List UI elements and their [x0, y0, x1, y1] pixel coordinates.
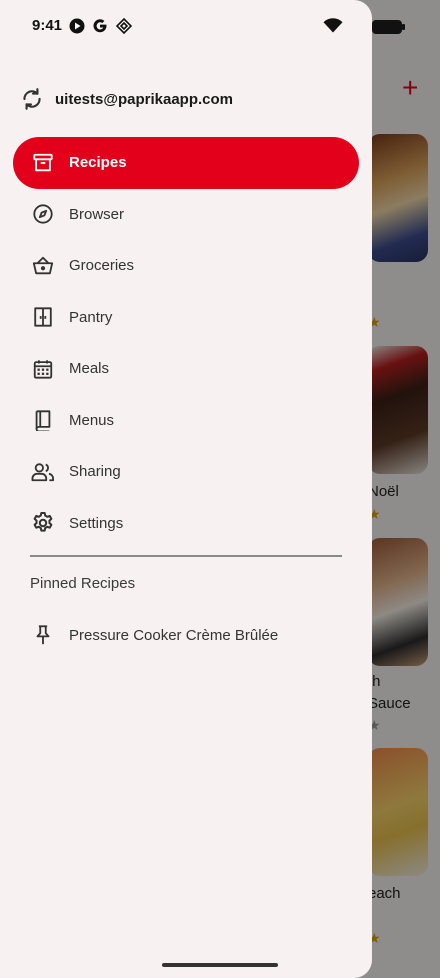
status-time: 9:41 [32, 17, 63, 34]
pinned-recipe-item[interactable]: Pressure Cooker Crème Brûlée [13, 614, 359, 656]
home-indicator[interactable] [162, 963, 278, 967]
nav-item-recipes[interactable]: Recipes [13, 137, 359, 189]
diamond-app-icon [115, 17, 133, 35]
pantry-door-icon [30, 304, 56, 330]
calendar-icon [30, 356, 56, 382]
nav-item-menus[interactable]: Menus [13, 395, 359, 447]
nav-item-sharing[interactable]: Sharing [13, 446, 359, 498]
nav-item-browser[interactable]: Browser [13, 189, 359, 241]
nav-item-meals[interactable]: Meals [13, 343, 359, 395]
navigation-drawer: uitests@paprikaapp.com Recipes Browser G… [0, 0, 372, 978]
compass-icon [30, 201, 56, 227]
pinned-recipes-header: Pinned Recipes [30, 575, 136, 592]
drawer-divider [30, 555, 342, 557]
nav-item-label: Settings [69, 514, 124, 532]
pinned-recipe-label: Pressure Cooker Crème Brûlée [69, 626, 279, 644]
nav-item-label: Pantry [69, 308, 113, 326]
account-sync-row[interactable]: uitests@paprikaapp.com [18, 82, 354, 116]
gear-icon [30, 510, 56, 536]
nav-item-label: Groceries [69, 257, 135, 275]
nav-item-pantry[interactable]: Pantry [13, 292, 359, 344]
people-icon [30, 459, 56, 485]
book-icon [30, 407, 56, 433]
account-email: uitests@paprikaapp.com [55, 90, 234, 108]
basket-icon [30, 253, 56, 279]
status-bar: 9:41 [0, 0, 440, 54]
archive-box-icon [30, 150, 56, 176]
drawer-nav: Recipes Browser Groceries Pantry Meals M… [13, 137, 359, 549]
sync-icon [19, 86, 45, 112]
app-notification-icon [69, 18, 85, 34]
nav-item-label: Browser [69, 205, 125, 223]
nav-item-label: Recipes [69, 154, 127, 172]
nav-item-label: Sharing [69, 463, 121, 481]
google-icon [92, 18, 108, 34]
pin-icon [30, 622, 56, 648]
nav-item-settings[interactable]: Settings [13, 498, 359, 550]
battery-icon [372, 20, 405, 34]
nav-item-groceries[interactable]: Groceries [13, 240, 359, 292]
wifi-icon [323, 18, 343, 38]
nav-item-label: Meals [69, 360, 110, 378]
nav-item-label: Menus [69, 411, 115, 429]
